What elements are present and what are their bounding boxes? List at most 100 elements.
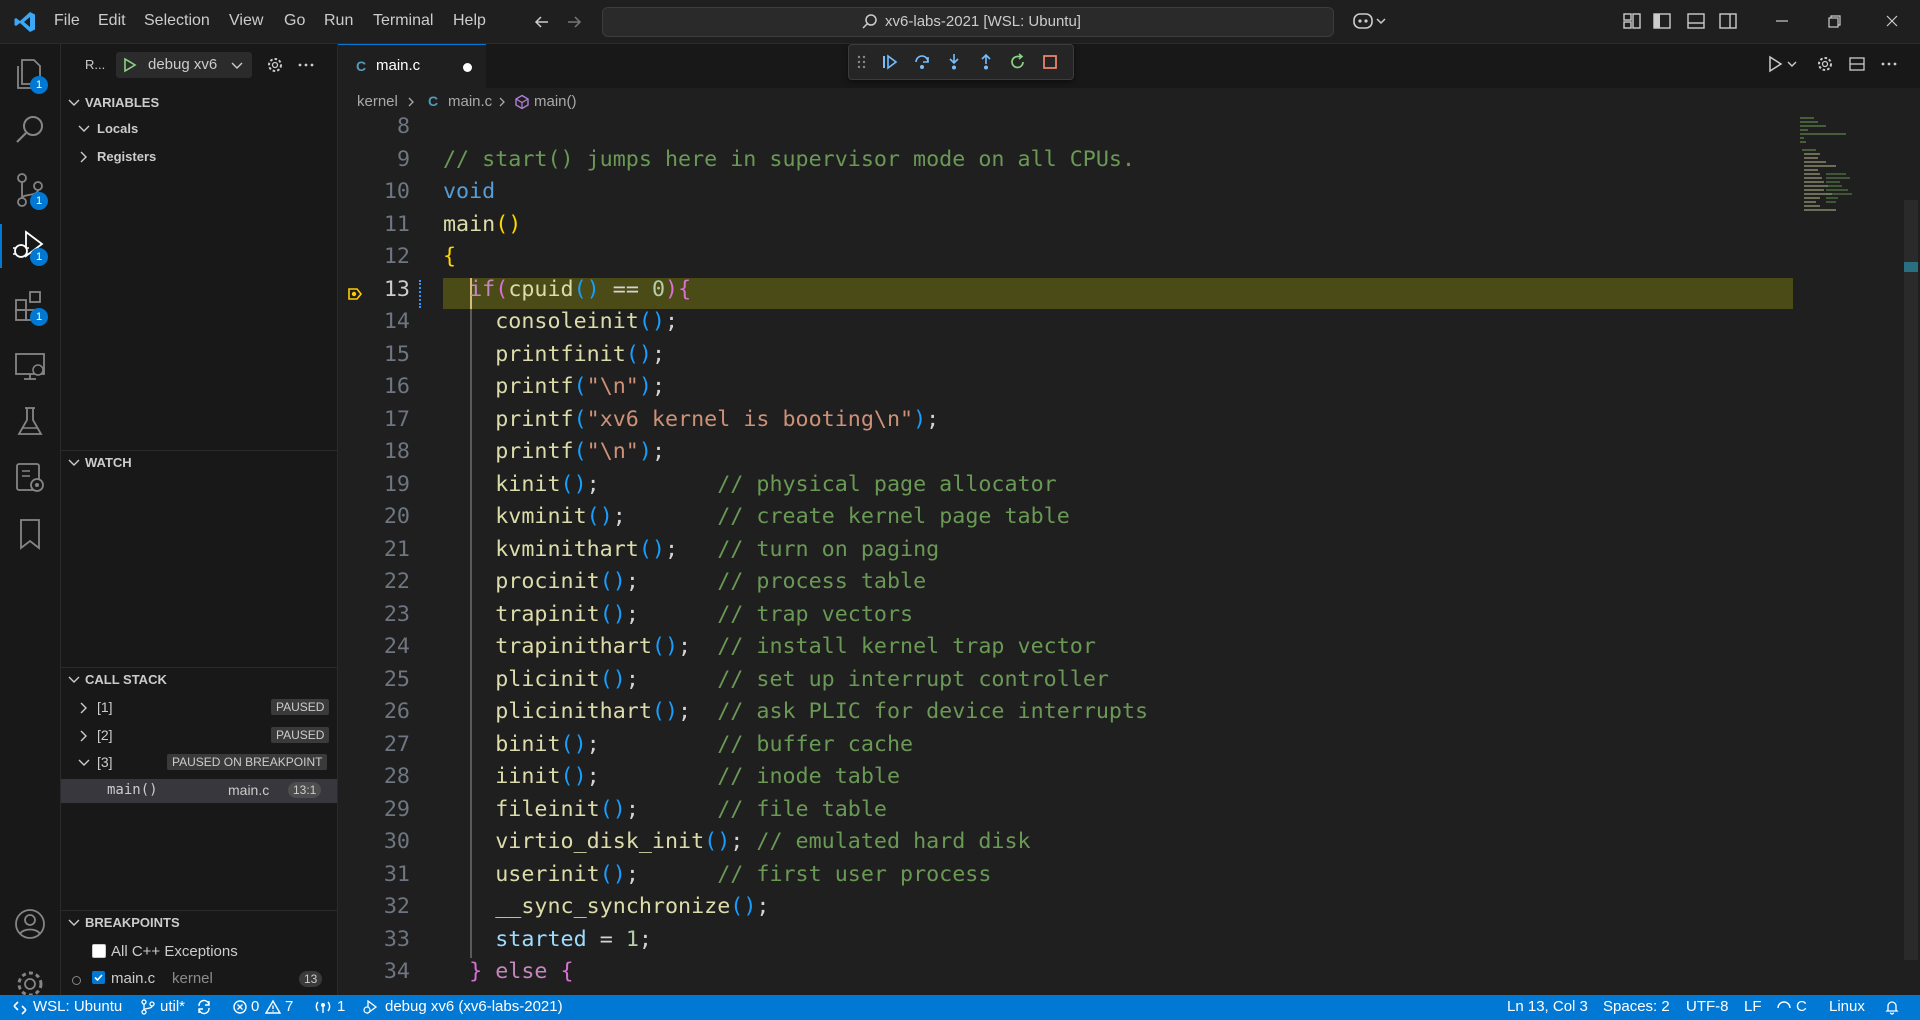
- line-number[interactable]: 16: [340, 374, 410, 399]
- line-number[interactable]: 18: [340, 439, 410, 464]
- remote-explorer-icon[interactable]: [8, 344, 52, 388]
- restart-icon[interactable]: [1009, 53, 1027, 71]
- explorer-icon[interactable]: 1: [8, 52, 52, 96]
- breakpoint-main-c[interactable]: main.c kernel 13: [61, 968, 337, 990]
- menu-view[interactable]: View: [229, 12, 263, 30]
- cmake-icon[interactable]: [8, 456, 52, 500]
- editor-more-actions-icon[interactable]: [1880, 55, 1898, 73]
- line-number[interactable]: 13: [340, 277, 410, 302]
- error-count[interactable]: 0: [251, 998, 259, 1015]
- restore-icon[interactable]: [1824, 11, 1844, 31]
- code-line[interactable]: kvminit(); // create kernel page table: [443, 504, 1070, 529]
- toggle-panel-icon[interactable]: [1686, 11, 1706, 31]
- debug-settings-gear-icon[interactable]: [266, 56, 284, 74]
- code-line[interactable]: kvminithart(); // turn on paging: [443, 537, 939, 562]
- line-number[interactable]: 14: [340, 309, 410, 334]
- ports-count[interactable]: 1: [337, 998, 345, 1015]
- line-number[interactable]: 11: [340, 212, 410, 237]
- forward-arrow-icon[interactable]: [564, 12, 584, 32]
- menu-go[interactable]: Go: [284, 12, 305, 30]
- callstack-thread-1[interactable]: [1] PAUSED: [61, 697, 337, 719]
- line-number[interactable]: 25: [340, 667, 410, 692]
- code-line[interactable]: } else {: [443, 959, 573, 984]
- code-line[interactable]: plicinit(); // set up interrupt controll…: [443, 667, 1109, 692]
- code-line[interactable]: trapinit(); // trap vectors: [443, 602, 913, 627]
- start-debugging-icon[interactable]: [122, 57, 138, 73]
- code-line[interactable]: void: [443, 179, 495, 204]
- run-dropdown-icon[interactable]: [1766, 54, 1800, 74]
- tree-item-registers[interactable]: Registers: [61, 146, 337, 168]
- breadcrumb-symbol[interactable]: main(): [534, 93, 577, 110]
- line-number[interactable]: 8: [340, 114, 410, 139]
- close-icon[interactable]: [1882, 11, 1902, 31]
- menu-selection[interactable]: Selection: [144, 12, 210, 30]
- line-number[interactable]: 28: [340, 764, 410, 789]
- variables-section-header[interactable]: VARIABLES: [61, 91, 337, 113]
- code-line[interactable]: {: [443, 244, 456, 269]
- breadcrumb-file[interactable]: main.c: [448, 93, 492, 110]
- line-number[interactable]: 12: [340, 244, 410, 269]
- toggle-secondary-sidebar-icon[interactable]: [1718, 11, 1738, 31]
- line-number[interactable]: 21: [340, 537, 410, 562]
- minimap[interactable]: [1796, 116, 1886, 995]
- tab-main-c[interactable]: C main.c: [338, 44, 486, 89]
- encoding[interactable]: UTF-8: [1686, 998, 1729, 1015]
- back-arrow-icon[interactable]: [532, 12, 552, 32]
- code-line[interactable]: trapinithart(); // install kernel trap v…: [443, 634, 1096, 659]
- menu-edit[interactable]: Edit: [98, 12, 126, 30]
- code-line[interactable]: fileinit(); // file table: [443, 797, 887, 822]
- source-control-icon[interactable]: 1: [8, 168, 52, 212]
- code-line[interactable]: if(cpuid() == 0){: [443, 277, 691, 302]
- line-number[interactable]: 9: [340, 147, 410, 172]
- platform[interactable]: Linux: [1829, 998, 1865, 1015]
- code-line[interactable]: printf("\n");: [443, 374, 665, 399]
- stack-frame-main[interactable]: main() main.c 13:1: [61, 779, 337, 803]
- breakpoints-section-header[interactable]: BREAKPOINTS: [61, 910, 337, 933]
- stop-icon[interactable]: [1041, 53, 1059, 71]
- line-number[interactable]: 23: [340, 602, 410, 627]
- checkbox-unchecked[interactable]: [92, 944, 106, 958]
- code-line[interactable]: plicinithart(); // ask PLIC for device i…: [443, 699, 1148, 724]
- line-number[interactable]: 10: [340, 179, 410, 204]
- code-line[interactable]: // start() jumps here in supervisor mode…: [443, 147, 1135, 172]
- accounts-icon[interactable]: [8, 902, 52, 946]
- notifications-bell-icon[interactable]: [1884, 999, 1900, 1015]
- warning-count[interactable]: 7: [285, 998, 293, 1015]
- step-into-icon[interactable]: [945, 53, 963, 71]
- toggle-primary-sidebar-icon[interactable]: [1652, 11, 1672, 31]
- menu-help[interactable]: Help: [453, 12, 486, 30]
- cursor-position[interactable]: Ln 13, Col 3: [1507, 998, 1588, 1015]
- watch-section-header[interactable]: WATCH: [61, 450, 337, 473]
- more-actions-icon[interactable]: [297, 56, 315, 74]
- bookmarks-icon[interactable]: [8, 512, 52, 556]
- code-line[interactable]: printf("\n");: [443, 439, 665, 464]
- line-number[interactable]: 27: [340, 732, 410, 757]
- search-view-icon[interactable]: [8, 108, 52, 152]
- line-number[interactable]: 22: [340, 569, 410, 594]
- code-line[interactable]: main(): [443, 212, 521, 237]
- debug-session-label[interactable]: debug xv6 (xv6-labs-2021): [385, 998, 563, 1015]
- line-number[interactable]: 26: [340, 699, 410, 724]
- unsaved-dot-icon[interactable]: [463, 63, 472, 72]
- minimize-icon[interactable]: [1772, 11, 1792, 31]
- customize-layout-icon[interactable]: [1622, 11, 1642, 31]
- breadcrumb-folder[interactable]: kernel: [357, 93, 398, 110]
- line-number[interactable]: 30: [340, 829, 410, 854]
- callstack-section-header[interactable]: CALL STACK: [61, 667, 337, 690]
- menu-file[interactable]: File: [54, 12, 80, 30]
- line-number[interactable]: 19: [340, 472, 410, 497]
- line-number[interactable]: 31: [340, 862, 410, 887]
- tree-item-locals[interactable]: Locals: [61, 118, 337, 140]
- breakpoint-cpp-exceptions[interactable]: All C++ Exceptions: [61, 941, 337, 963]
- step-over-icon[interactable]: [913, 53, 931, 71]
- line-number[interactable]: 24: [340, 634, 410, 659]
- menu-terminal[interactable]: Terminal: [373, 12, 433, 30]
- code-line[interactable]: procinit(); // process table: [443, 569, 926, 594]
- line-number[interactable]: 33: [340, 927, 410, 952]
- drag-handle-icon[interactable]: [857, 54, 867, 70]
- command-center[interactable]: xv6-labs-2021 [WSL: Ubuntu]: [602, 7, 1334, 37]
- vertical-scrollbar[interactable]: [1904, 200, 1918, 960]
- split-editor-icon[interactable]: [1848, 55, 1866, 73]
- step-out-icon[interactable]: [977, 53, 995, 71]
- code-line[interactable]: printfinit();: [443, 342, 665, 367]
